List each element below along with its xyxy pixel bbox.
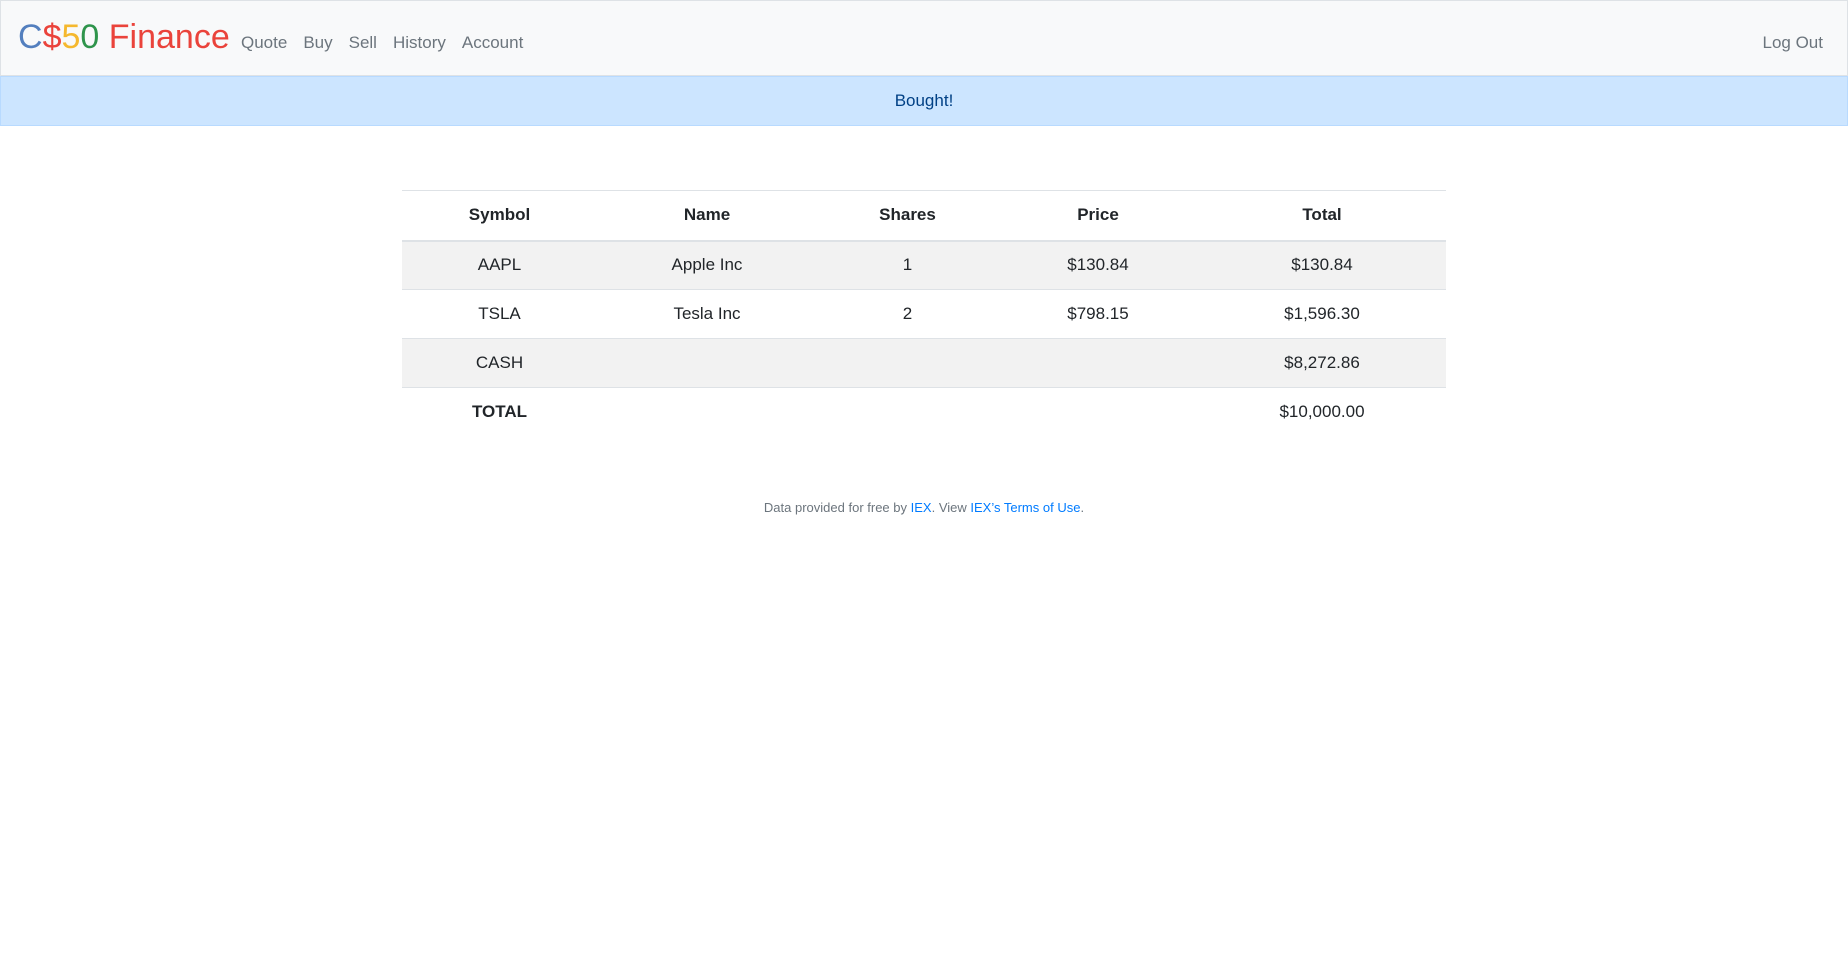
footer-prefix: Data provided for free by [763, 500, 911, 515]
table-footer: TOTAL $10,000.00 [402, 387, 1446, 437]
cash-total: $8,272.86 [1198, 338, 1446, 388]
navbar: C$50 Finance Quote Buy Sell History Acco… [0, 0, 1848, 76]
footer: Data provided for free by IEX. View IEX’… [0, 500, 1848, 515]
cell-name: Tesla Inc [597, 289, 817, 339]
brand-letter-five: 5 [61, 18, 81, 56]
table-row: AAPL Apple Inc 1 $130.84 $130.84 [402, 240, 1446, 290]
brand-letter-dollar: $ [42, 18, 62, 56]
nav-item-buy[interactable]: Buy [295, 31, 340, 55]
footer-middle: . View [931, 500, 971, 515]
brand-letter-c: C [18, 18, 43, 56]
alert-bought: Bought! [0, 76, 1848, 126]
cell-symbol: TSLA [402, 289, 597, 339]
nav-item-account[interactable]: Account [454, 31, 531, 55]
header-price: Price [998, 190, 1198, 242]
cash-empty-name [597, 338, 817, 388]
table-row: TSLA Tesla Inc 2 $798.15 $1,596.30 [402, 289, 1446, 339]
header-total: Total [1198, 190, 1446, 242]
cell-price: $130.84 [998, 240, 1198, 290]
nav-links: Quote Buy Sell History Account [233, 31, 531, 55]
grand-total-empty-shares [817, 387, 998, 437]
cell-name: Apple Inc [597, 240, 817, 290]
nav-item-sell[interactable]: Sell [341, 31, 385, 55]
cash-row: CASH $8,272.86 [402, 338, 1446, 388]
cash-empty-shares [817, 338, 998, 388]
cash-label: CASH [402, 338, 597, 388]
grand-total-row: TOTAL $10,000.00 [402, 387, 1446, 437]
grand-total-label: TOTAL [402, 387, 597, 437]
cell-price: $798.15 [998, 289, 1198, 339]
nav-item-history[interactable]: History [385, 31, 454, 55]
grand-total-empty-price [998, 387, 1198, 437]
grand-total-value: $10,000.00 [1198, 387, 1446, 437]
header-name: Name [597, 190, 817, 242]
table-header: Symbol Name Shares Price Total [402, 190, 1446, 242]
cash-empty-price [998, 338, 1198, 388]
header-symbol: Symbol [402, 190, 597, 242]
cell-shares: 1 [817, 240, 998, 290]
table-body: AAPL Apple Inc 1 $130.84 $130.84 TSLA Te… [402, 240, 1446, 388]
header-shares: Shares [817, 190, 998, 242]
cell-shares: 2 [817, 289, 998, 339]
nav-item-quote[interactable]: Quote [233, 31, 295, 55]
main-content: Symbol Name Shares Price Total AAPL Appl… [402, 190, 1446, 437]
iex-terms-link[interactable]: IEX’s Terms of Use [970, 500, 1080, 515]
brand-logo[interactable]: C$50 Finance [18, 17, 230, 57]
iex-link[interactable]: IEX [911, 500, 932, 515]
logout-link[interactable]: Log Out [1755, 33, 1832, 52]
grand-total-empty-name [597, 387, 817, 437]
nav-right: Log Out [1755, 31, 1832, 55]
portfolio-table: Symbol Name Shares Price Total AAPL Appl… [402, 190, 1446, 437]
footer-suffix: . [1080, 500, 1085, 515]
brand-word-finance: Finance [99, 18, 230, 56]
brand-letter-zero: 0 [80, 18, 100, 56]
cell-total: $1,596.30 [1198, 289, 1446, 339]
cell-total: $130.84 [1198, 240, 1446, 290]
cell-symbol: AAPL [402, 240, 597, 290]
